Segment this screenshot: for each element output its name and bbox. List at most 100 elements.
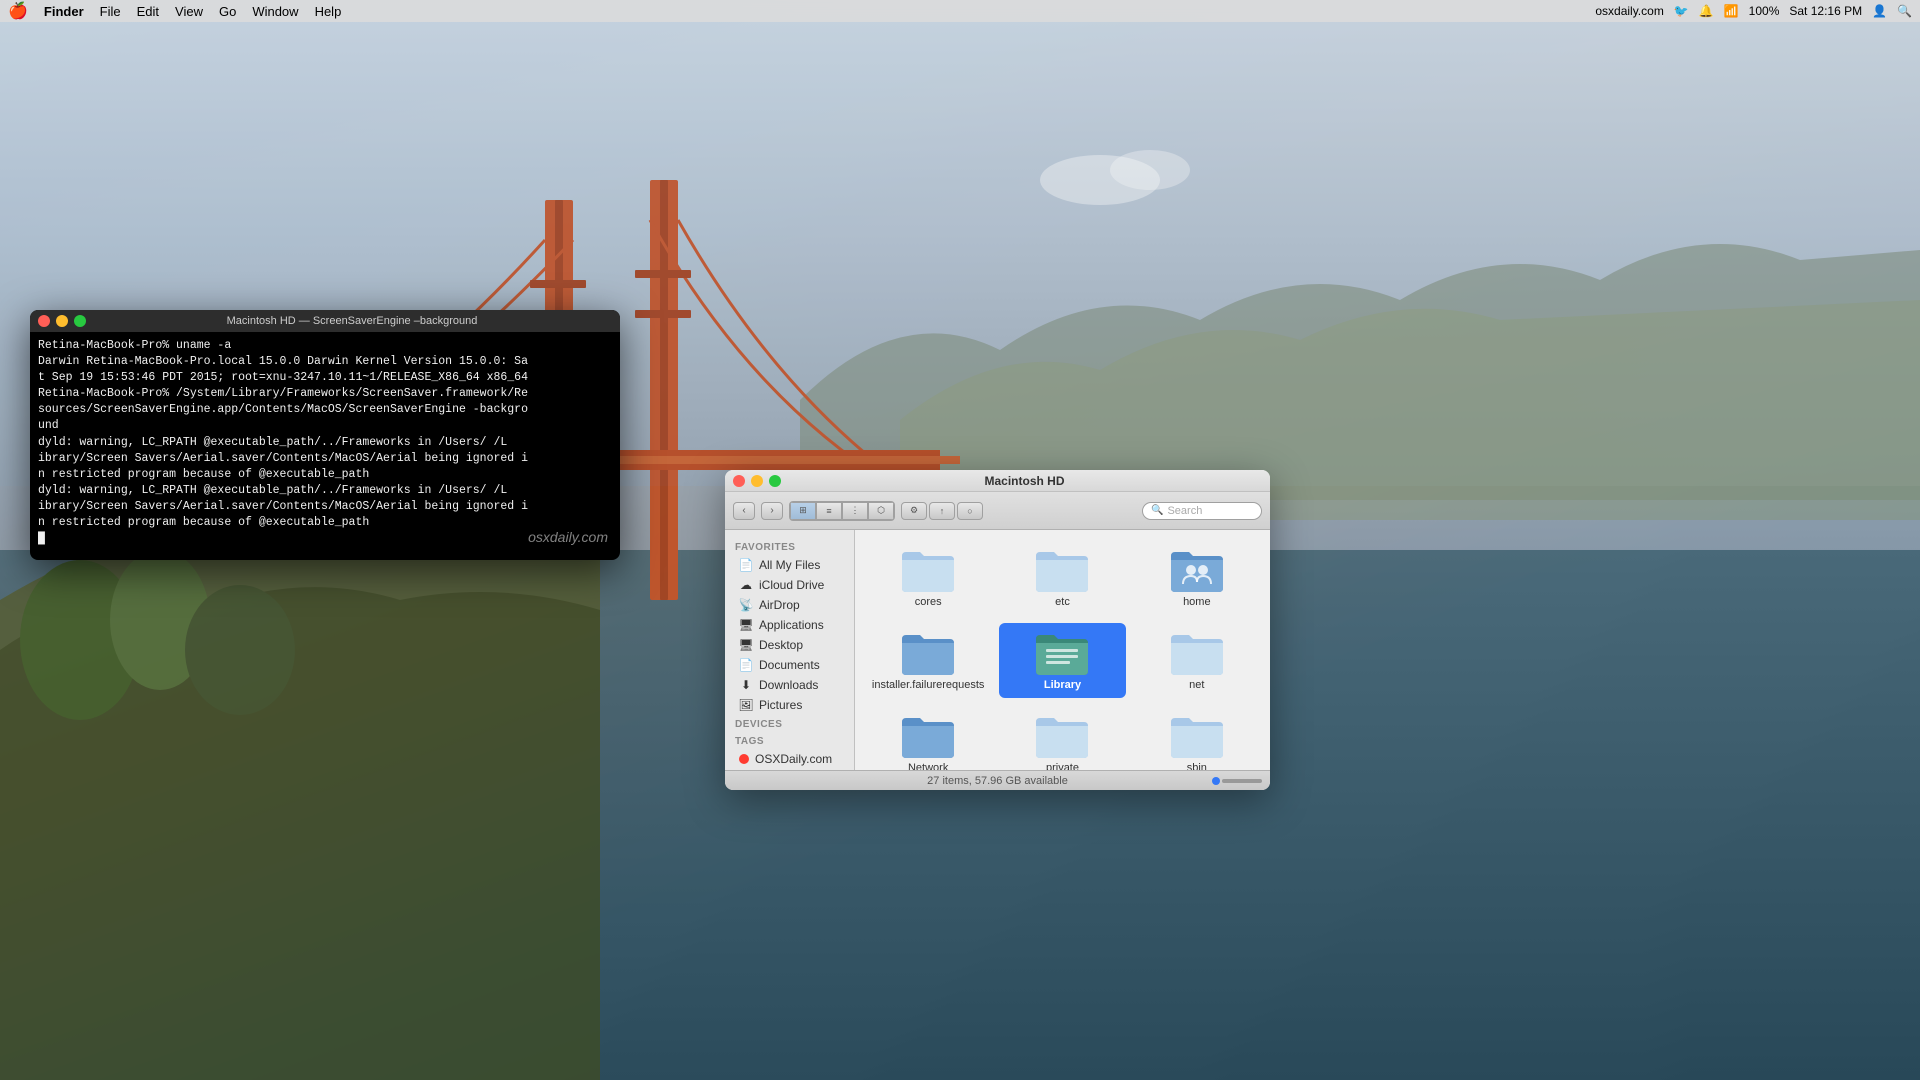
terminal-close-button[interactable] [38,315,50,327]
sidebar-label-pictures: Pictures [759,698,802,712]
applications-icon: 🖥 [739,618,753,632]
column-view-button[interactable]: ⋮ [842,502,868,520]
item-name-installer: installer.failurerequests [872,679,985,692]
terminal-line-4: Retina-MacBook-Pro% /System/Library/Fram… [38,386,612,402]
finder-item-net[interactable]: net [1134,623,1260,698]
finder-item-sbin[interactable]: sbin [1134,706,1260,770]
sidebar-tag-osxdaily[interactable]: OSXDaily.com [729,749,850,769]
finder-search-field[interactable]: 🔍 Search [1142,502,1262,520]
sidebar-label-documents: Documents [759,658,820,672]
menubar-right: osxdaily.com 🐦 🔔 📶 100% Sat 12:16 PM 👤 🔍 [1595,4,1912,18]
sidebar-item-all-my-files[interactable]: 📄 All My Files [729,555,850,575]
menu-file[interactable]: File [100,4,121,19]
finder-close-button[interactable] [733,475,745,487]
sidebar-item-pictures[interactable]: 🖼 Pictures [729,695,850,715]
search-placeholder: Search [1167,505,1202,517]
osxdaily-tag-dot [739,754,749,764]
menu-go[interactable]: Go [219,4,236,19]
menu-app[interactable]: Finder [44,4,84,19]
finder-titlebar: Macintosh HD [725,470,1270,492]
downloads-icon: ⬇ [739,678,753,692]
terminal-line-9: n restricted program because of @executa… [38,467,612,483]
terminal-line-5: sources/ScreenSaverEngine.app/Contents/M… [38,402,612,418]
terminal-watermark: osxdaily.com [528,528,608,548]
tags-header: TAGS [725,732,854,749]
finder-item-installer[interactable]: installer.failurerequests [865,623,991,698]
list-view-button[interactable]: ≡ [816,502,842,520]
finder-window: Macintosh HD ‹ › ⊞ ≡ ⋮ ⬡ ⚙ ↑ ○ 🔍 Search … [725,470,1270,790]
terminal-line-10: dyld: warning, LC_RPATH @executable_path… [38,483,612,499]
view-mode-group: ⊞ ≡ ⋮ ⬡ [789,501,895,521]
back-button[interactable]: ‹ [733,502,755,520]
documents-icon: 📄 [739,658,753,672]
finder-minimize-button[interactable] [751,475,763,487]
terminal-title: Macintosh HD — ScreenSaverEngine –backgr… [92,315,612,327]
icloud-icon: ☁ [739,578,753,592]
finder-item-library[interactable]: Library [999,623,1125,698]
forward-button[interactable]: › [761,502,783,520]
finder-title: Macintosh HD [787,474,1262,488]
notification-icon: 🔔 [1699,4,1714,18]
terminal-minimize-button[interactable] [56,315,68,327]
sidebar-label-applications: Applications [759,618,824,632]
terminal-line-11: ibrary/Screen Savers/Aerial.saver/Conten… [38,499,612,515]
tag-button[interactable]: ○ [957,502,983,520]
finder-item-etc[interactable]: etc [999,540,1125,615]
menu-edit[interactable]: Edit [137,4,159,19]
sidebar-label-airdrop: AirDrop [759,598,800,612]
item-name-net: net [1189,679,1204,692]
zoom-slider[interactable] [1222,779,1262,783]
menu-view[interactable]: View [175,4,203,19]
statusbar-text: 27 items, 57.96 GB available [927,775,1068,787]
folder-icon-private [1034,712,1090,758]
terminal-content[interactable]: Retina-MacBook-Pro% uname -a Darwin Reti… [30,332,620,560]
terminal-line-12: n restricted program because of @executa… [38,515,612,531]
finder-item-home[interactable]: home [1134,540,1260,615]
action-settings-button[interactable]: ⚙ [901,502,927,520]
zoom-control[interactable] [1212,777,1262,785]
menubar-left: 🍎 Finder File Edit View Go Window Help [8,1,341,21]
favorites-header: FAVORITES [725,538,854,555]
sidebar-item-applications[interactable]: 🖥 Applications [729,615,850,635]
apple-menu[interactable]: 🍎 [8,1,28,21]
finder-item-cores[interactable]: cores [865,540,991,615]
search-icon: 🔍 [1151,505,1163,516]
sidebar-item-icloud-drive[interactable]: ☁ iCloud Drive [729,575,850,595]
coverflow-view-button[interactable]: ⬡ [868,502,894,520]
terminal-line-1: Retina-MacBook-Pro% uname -a [38,338,612,354]
finder-statusbar: 27 items, 57.96 GB available [725,770,1270,790]
terminal-maximize-button[interactable] [74,315,86,327]
user-icon: 👤 [1872,4,1887,18]
sidebar-label-icloud: iCloud Drive [759,578,824,592]
search-icon[interactable]: 🔍 [1897,4,1912,18]
menubar: 🍎 Finder File Edit View Go Window Help o… [0,0,1920,22]
finder-item-network[interactable]: Network [865,706,991,770]
folder-icon-cores [900,546,956,592]
sidebar-item-documents[interactable]: 📄 Documents [729,655,850,675]
finder-item-private[interactable]: private [999,706,1125,770]
menu-help[interactable]: Help [315,4,342,19]
sidebar-item-airdrop[interactable]: 📡 AirDrop [729,595,850,615]
terminal-titlebar: Macintosh HD — ScreenSaverEngine –backgr… [30,310,620,332]
item-name-home: home [1183,596,1211,609]
twitter-icon: 🐦 [1674,4,1689,18]
finder-maximize-button[interactable] [769,475,781,487]
terminal-line-2: Darwin Retina-MacBook-Pro.local 15.0.0 D… [38,354,612,370]
icon-view-button[interactable]: ⊞ [790,502,816,520]
folder-icon-installer [900,629,956,675]
website-label: osxdaily.com [1595,4,1663,18]
sidebar-item-downloads[interactable]: ⬇ Downloads [729,675,850,695]
finder-sidebar: FAVORITES 📄 All My Files ☁ iCloud Drive … [725,530,855,770]
statusbar-icons [1212,777,1262,785]
item-name-sbin: sbin [1187,762,1207,770]
menu-window[interactable]: Window [252,4,298,19]
terminal-line-6: und [38,418,612,434]
finder-toolbar: ‹ › ⊞ ≡ ⋮ ⬡ ⚙ ↑ ○ 🔍 Search [725,492,1270,530]
desktop-icon: 🖥 [739,638,753,652]
terminal-line-3: t Sep 19 15:53:46 PDT 2015; root=xnu-324… [38,370,612,386]
sidebar-item-desktop[interactable]: 🖥 Desktop [729,635,850,655]
zoom-dot [1212,777,1220,785]
folder-icon-home [1169,546,1225,592]
share-button[interactable]: ↑ [929,502,955,520]
terminal-prompt: █ [38,531,612,547]
